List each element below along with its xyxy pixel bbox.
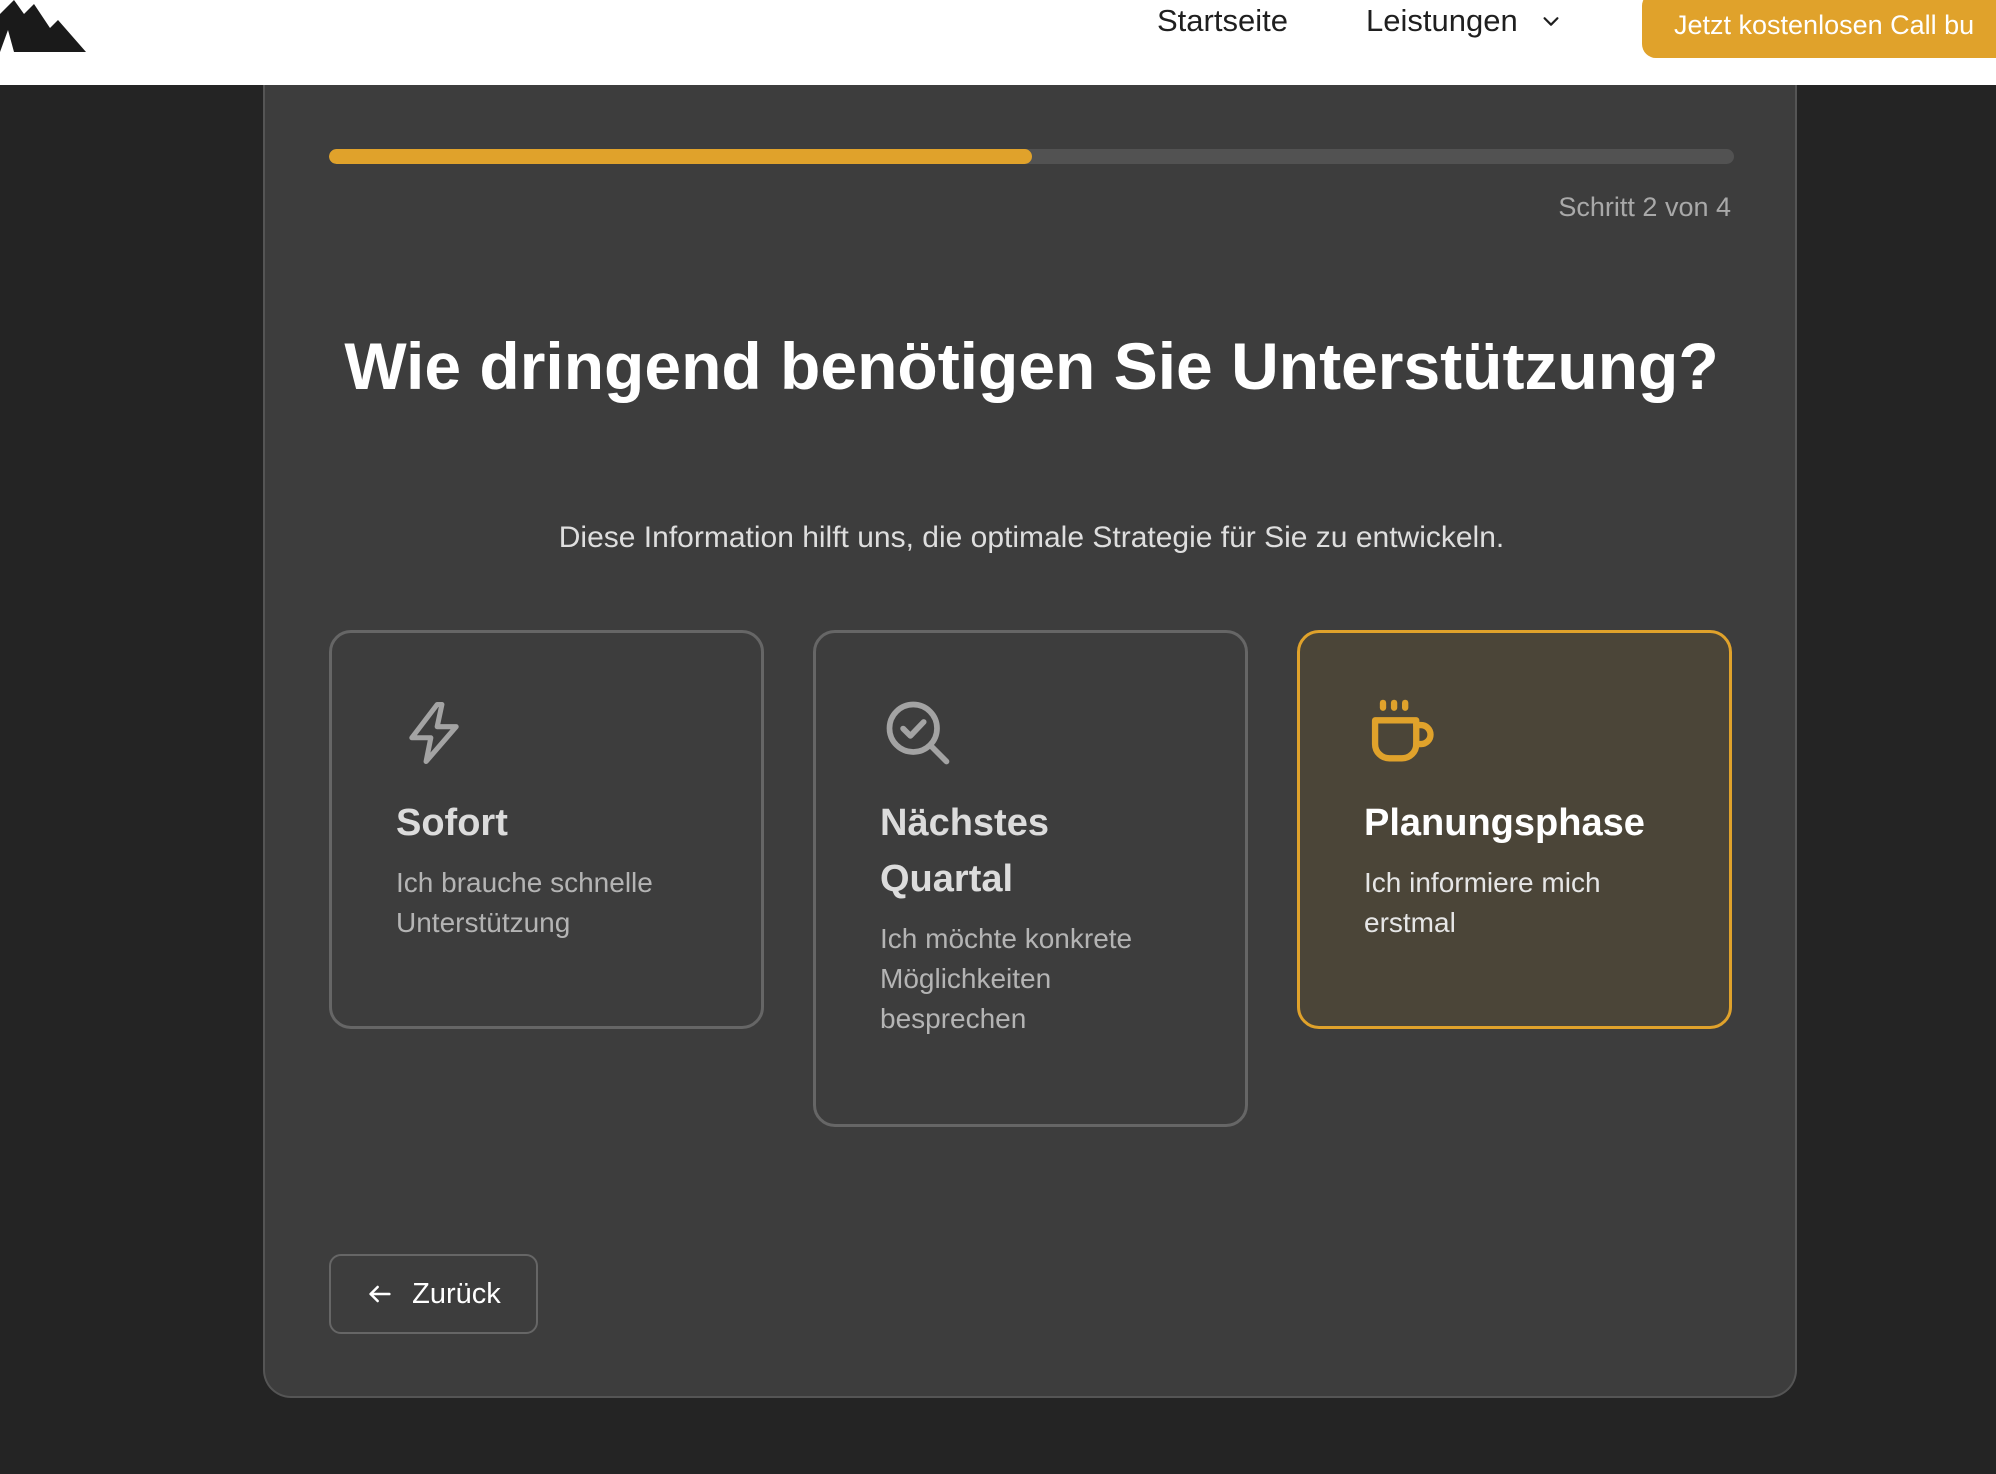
nav-link-home[interactable]: Startseite — [1157, 0, 1288, 42]
nav-link-services[interactable]: Leistungen — [1366, 0, 1562, 42]
nav-home-label: Startseite — [1157, 3, 1288, 38]
search-check-icon — [886, 701, 950, 765]
arrow-left-icon — [369, 1285, 391, 1303]
option-description: Ich möchte konkrete Möglichkeiten bespre… — [880, 923, 1133, 1034]
option-title: Nächstes Quartal — [880, 802, 1049, 900]
option-card-sofort[interactable]: Sofort Ich brauche schnelle Unterstützun… — [329, 630, 764, 1029]
back-button[interactable]: Zurück — [329, 1254, 538, 1334]
option-card-planungsphase[interactable]: Planungsphase Ich informiere mich erstma… — [1297, 630, 1732, 1029]
progress-bar-fill — [329, 149, 1032, 164]
step-indicator: Schritt 2 von 4 — [1558, 192, 1731, 222]
coffee-cup-icon — [1371, 699, 1434, 762]
question-subtitle: Diese Information hilft uns, die optimal… — [558, 521, 1505, 554]
option-card-naechstes-quartal[interactable]: Nächstes Quartal Ich möchte konkrete Mög… — [813, 630, 1248, 1127]
option-description: Ich informiere mich erstmal — [1364, 867, 1601, 938]
option-title: Sofort — [396, 802, 508, 844]
back-button-label: Zurück — [412, 1277, 501, 1310]
chevron-down-icon — [1543, 17, 1559, 26]
nav-services-label: Leistungen — [1366, 3, 1518, 38]
top-navigation: Startseite Leistungen Jetzt kostenlosen … — [0, 0, 1996, 85]
option-description: Ich brauche schnelle Unterstützung — [396, 867, 653, 938]
book-call-button[interactable]: Jetzt kostenlosen Call bu — [1642, 0, 1996, 58]
option-title: Planungsphase — [1364, 802, 1645, 844]
book-call-label: Jetzt kostenlosen Call bu — [1674, 9, 1975, 40]
progress-bar — [329, 149, 1734, 164]
wizard-card: Schritt 2 von 4 Wie dringend benötigen S… — [263, 85, 1797, 1398]
question-title: Wie dringend benötigen Sie Unterstützung… — [344, 329, 1719, 403]
lightning-bolt-icon — [409, 701, 459, 765]
mountain-logo-icon[interactable] — [0, 0, 90, 52]
